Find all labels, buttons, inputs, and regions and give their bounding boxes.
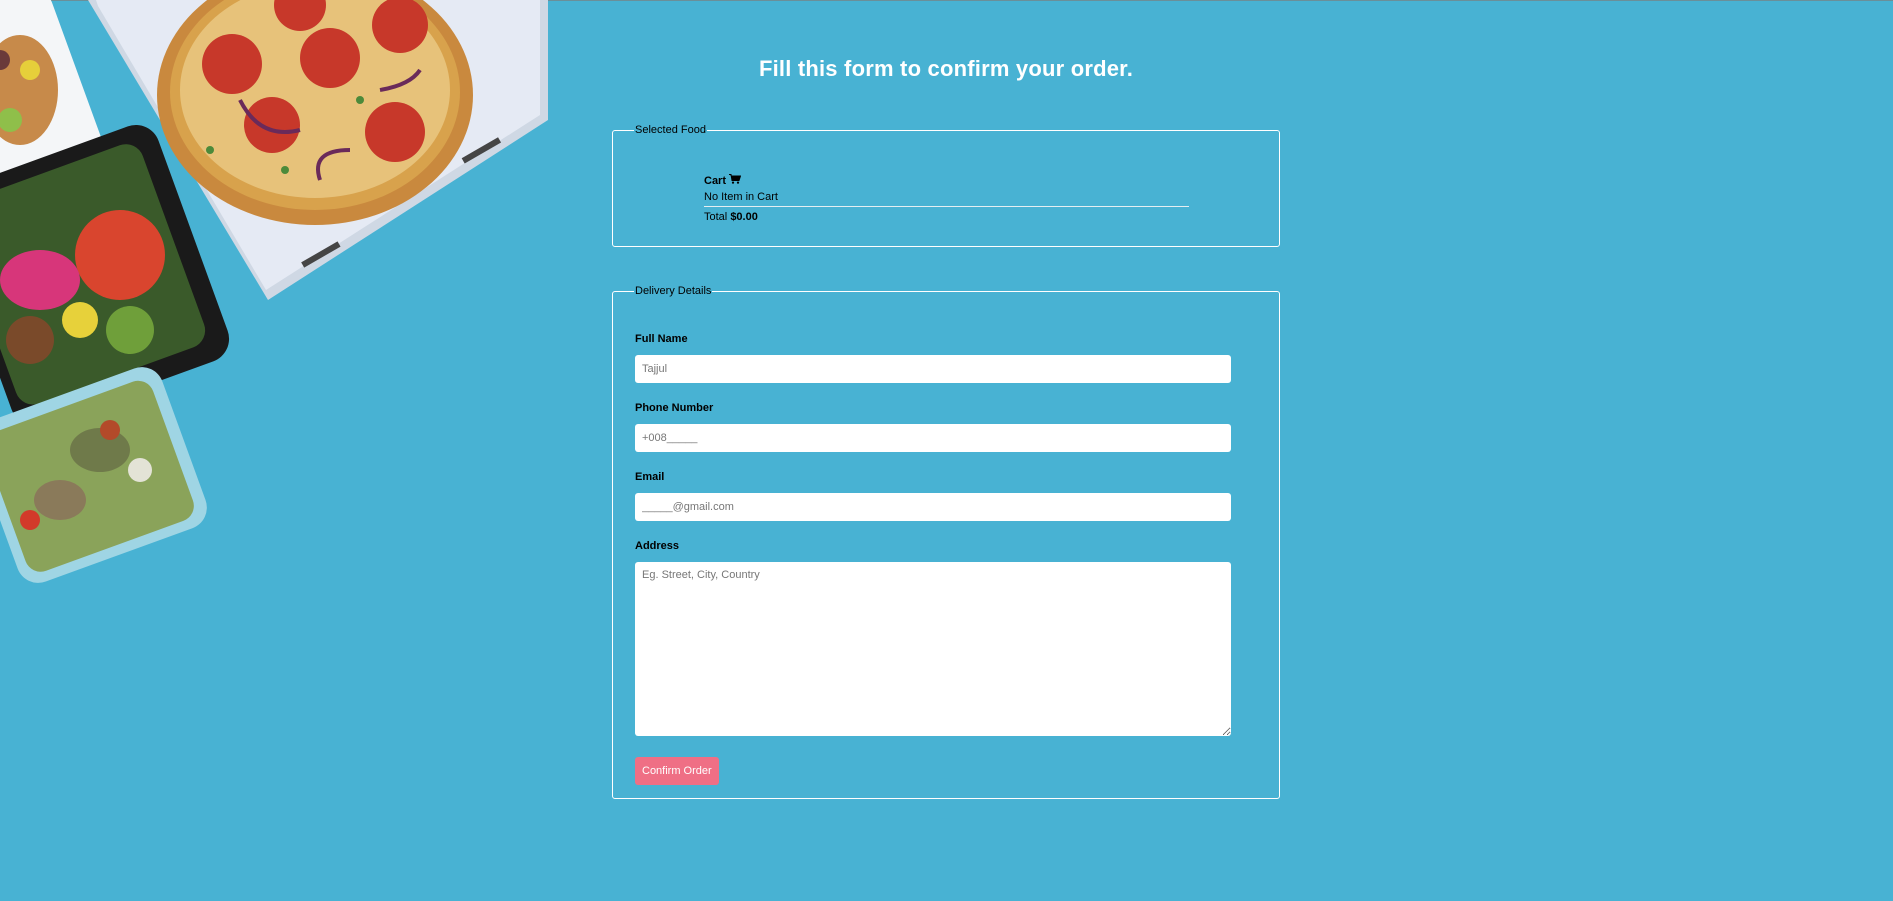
- page-title: Fill this form to confirm your order.: [758, 56, 1134, 81]
- selected-food-fieldset: Selected Food Cart No Item in Cart Total…: [612, 124, 1280, 247]
- address-textarea[interactable]: [635, 562, 1231, 736]
- cart-title-label: Cart: [704, 174, 727, 187]
- cart-total-value: $0.00: [730, 211, 758, 223]
- cart-summary: Cart No Item in Cart Total $0.00: [704, 174, 1189, 223]
- cart-title: Cart: [704, 174, 1189, 187]
- full-name-label: Full Name: [635, 333, 688, 345]
- email-label: Email: [635, 471, 665, 483]
- delivery-details-legend: Delivery Details: [635, 285, 712, 297]
- shopping-cart-icon: [729, 174, 742, 187]
- phone-number-input[interactable]: [635, 424, 1231, 452]
- cart-empty-message: No Item in Cart: [704, 191, 1189, 207]
- phone-number-label: Phone Number: [635, 402, 714, 414]
- cart-total: Total $0.00: [704, 211, 1189, 223]
- selected-food-legend: Selected Food: [635, 124, 706, 136]
- delivery-details-fieldset: Delivery Details Full Name Phone Number …: [612, 285, 1280, 799]
- confirm-order-button[interactable]: Confirm Order: [635, 757, 719, 785]
- email-input[interactable]: [635, 493, 1231, 521]
- cart-total-label: Total: [704, 211, 728, 223]
- food-delivery-photo: [0, 0, 560, 600]
- full-name-input[interactable]: [635, 355, 1231, 383]
- address-label: Address: [635, 540, 680, 552]
